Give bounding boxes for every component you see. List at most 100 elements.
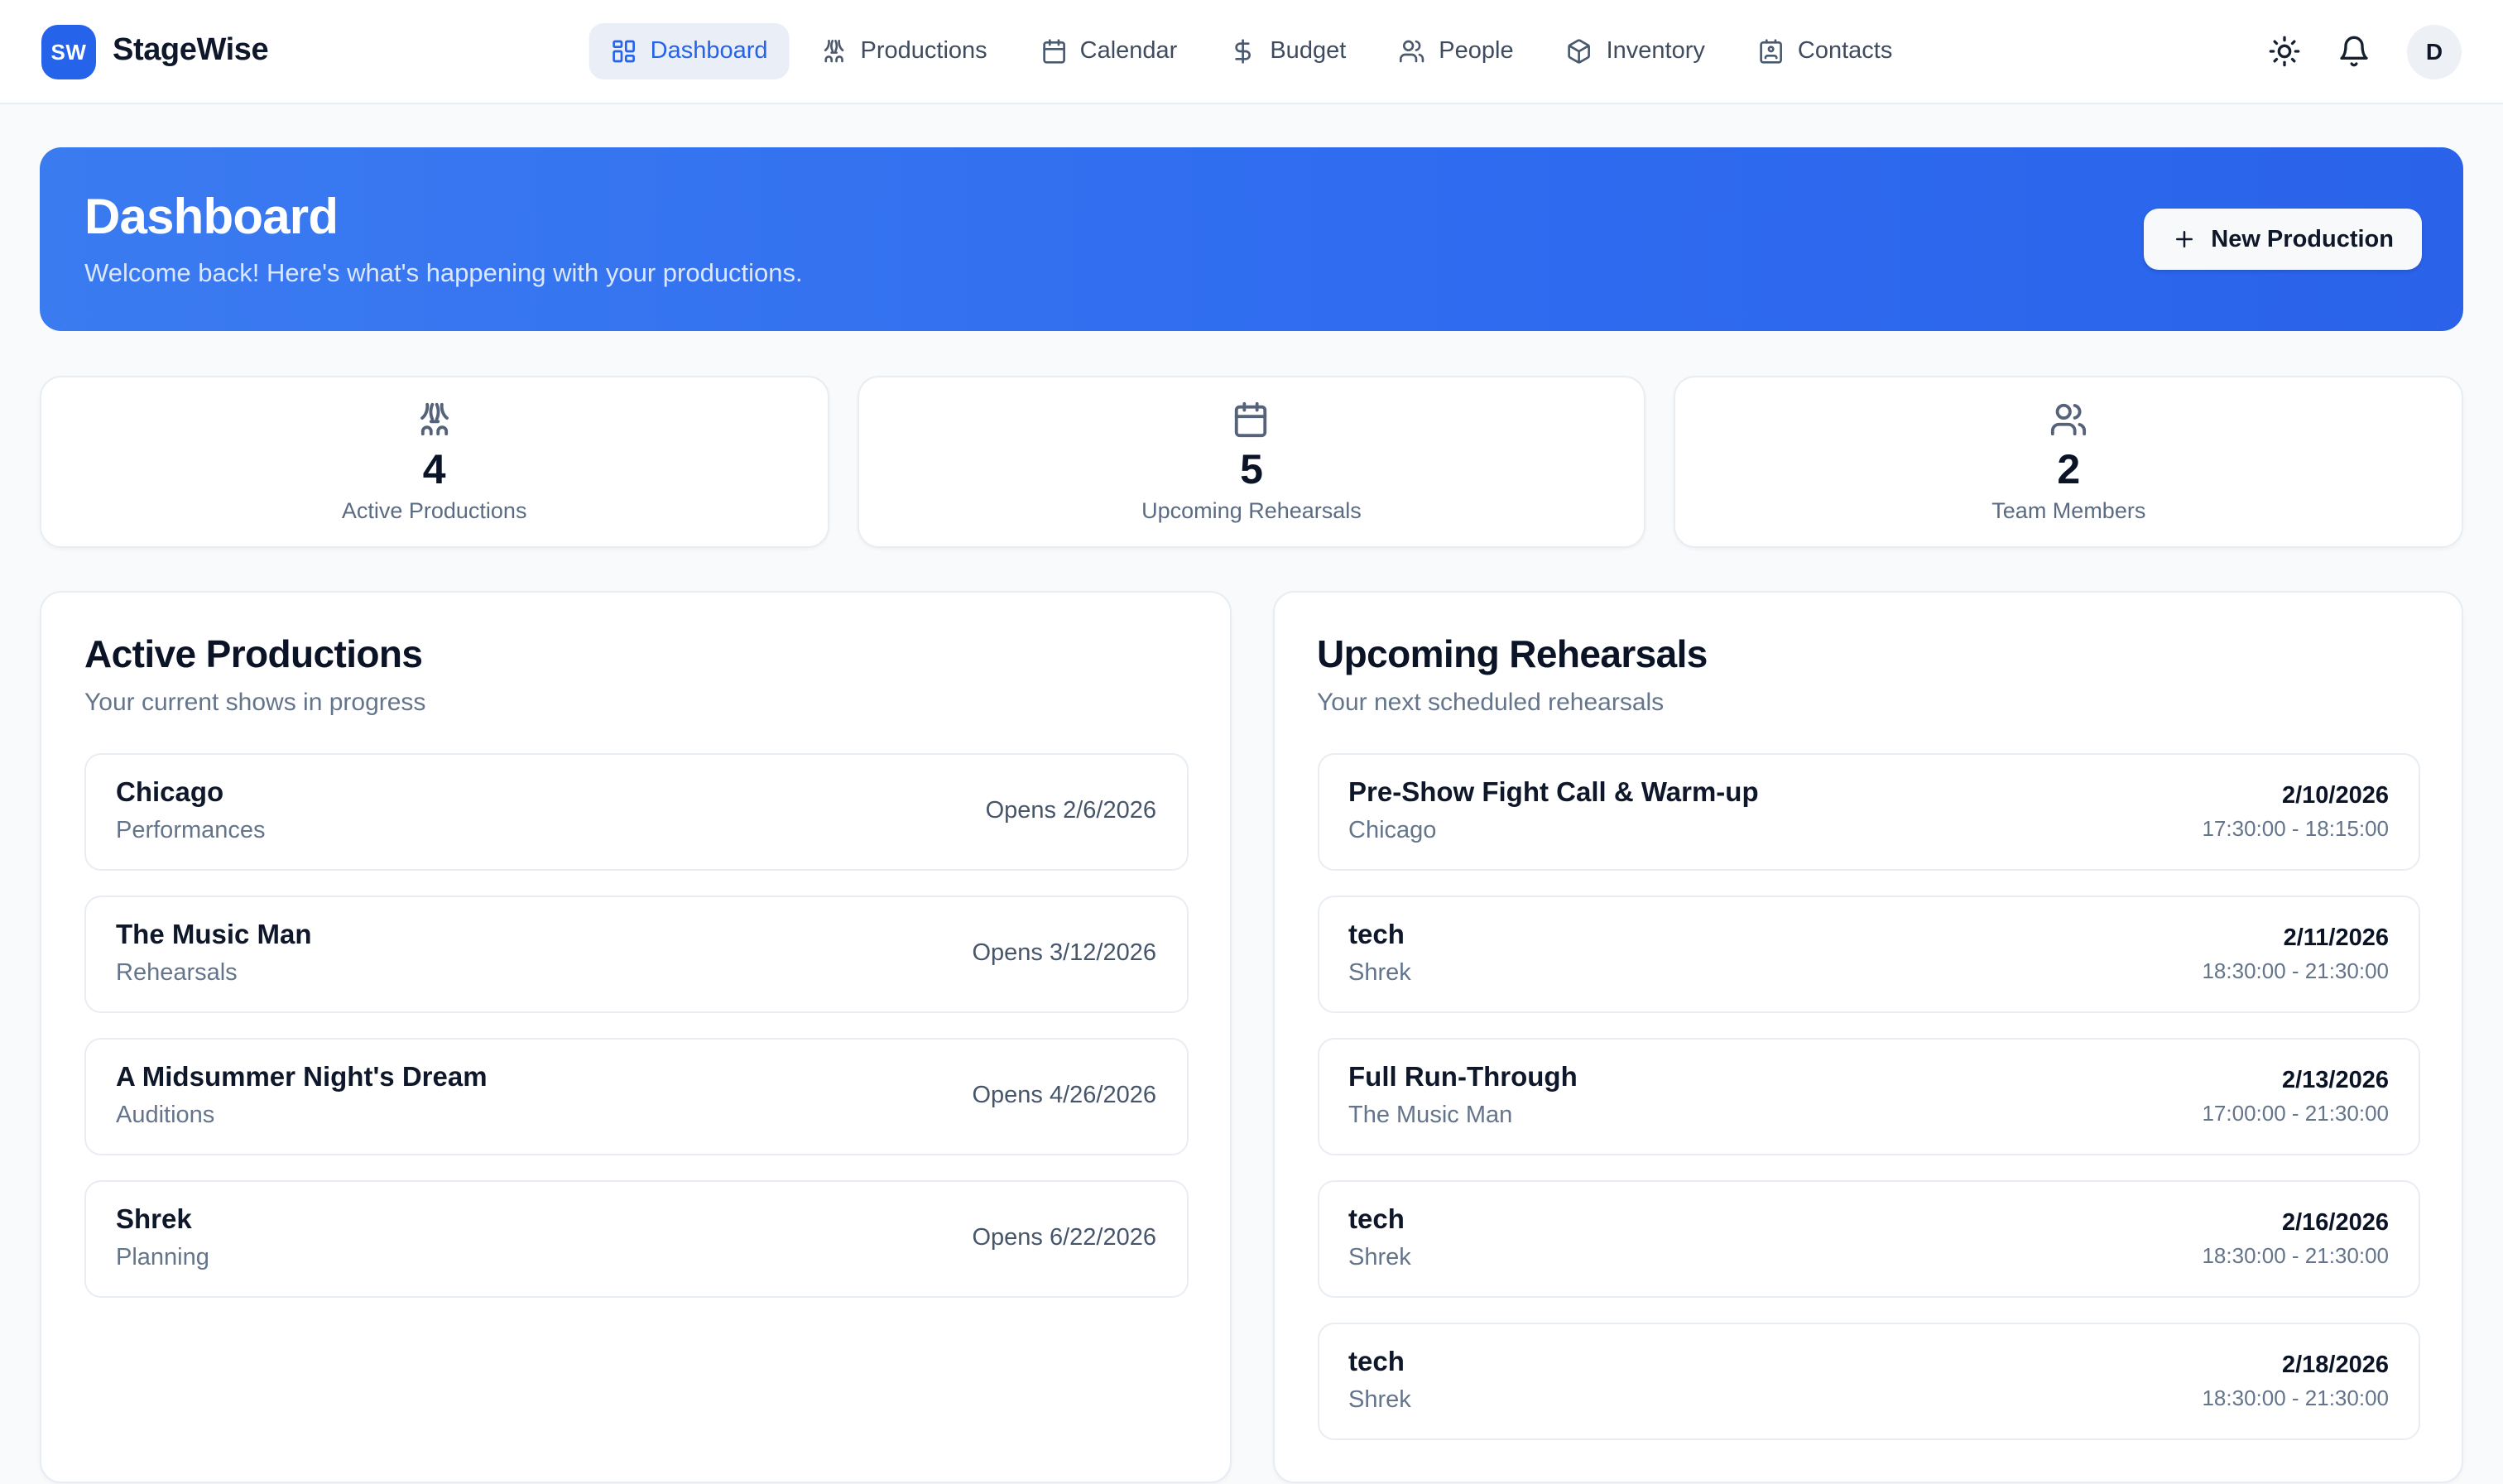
- sun-icon: [2268, 34, 2301, 67]
- production-opens: Opens 4/26/2026: [972, 1083, 1156, 1109]
- contact-icon: [1758, 38, 1785, 65]
- app-logo: SW: [41, 24, 96, 79]
- notifications-button[interactable]: [2337, 34, 2372, 69]
- rehearsal-name: tech: [1348, 1347, 1411, 1379]
- stat-card-team-members: 2 Team Members: [1674, 376, 2463, 548]
- production-name: A Midsummer Night's Dream: [116, 1063, 488, 1094]
- panel-subtitle: Your current shows in progress: [84, 689, 1188, 717]
- production-name: The Music Man: [116, 920, 312, 952]
- header-actions: D: [2268, 24, 2462, 79]
- rehearsal-production: Chicago: [1348, 818, 1759, 844]
- rehearsal-production: The Music Man: [1348, 1102, 1578, 1129]
- users-icon: [1399, 38, 1425, 65]
- production-row[interactable]: Chicago Performances Opens 2/6/2026: [84, 753, 1188, 871]
- production-opens: Opens 2/6/2026: [986, 798, 1156, 824]
- rehearsal-name: tech: [1348, 920, 1411, 952]
- panels-row: Active Productions Your current shows in…: [40, 591, 2463, 1483]
- stat-label: Active Productions: [342, 499, 527, 524]
- production-row[interactable]: A Midsummer Night's Dream Auditions Open…: [84, 1038, 1188, 1155]
- theater-icon: [821, 38, 848, 65]
- stat-label: Upcoming Rehearsals: [1141, 499, 1362, 524]
- production-name: Shrek: [116, 1205, 209, 1237]
- nav-item-calendar[interactable]: Calendar: [1019, 23, 1199, 79]
- rehearsal-production: Shrek: [1348, 960, 1411, 987]
- stat-value: 4: [423, 446, 446, 494]
- hero-text: Dashboard Welcome back! Here's what's ha…: [84, 190, 803, 289]
- production-row[interactable]: Shrek Planning Opens 6/22/2026: [84, 1180, 1188, 1298]
- rehearsal-time: 17:00:00 - 21:30:00: [2202, 1100, 2389, 1125]
- app-header: SW StageWise Dashboard Productions Calen…: [0, 0, 2503, 104]
- theme-toggle-button[interactable]: [2268, 34, 2303, 69]
- rehearsal-date: 2/16/2026: [2202, 1209, 2389, 1236]
- rehearsal-time: 18:30:00 - 21:30:00: [2202, 1242, 2389, 1267]
- rehearsal-row[interactable]: Full Run-Through The Music Man 2/13/2026…: [1317, 1038, 2420, 1155]
- rehearsal-row[interactable]: tech Shrek 2/16/2026 18:30:00 - 21:30:00: [1317, 1180, 2420, 1298]
- users-icon: [2049, 400, 2087, 438]
- rehearsal-row[interactable]: tech Shrek 2/18/2026 18:30:00 - 21:30:00: [1317, 1323, 2420, 1440]
- rehearsal-row[interactable]: Pre-Show Fight Call & Warm-up Chicago 2/…: [1317, 753, 2420, 871]
- production-opens: Opens 3/12/2026: [972, 940, 1156, 967]
- rehearsal-time: 18:30:00 - 21:30:00: [2202, 958, 2389, 982]
- page-title: Dashboard: [84, 190, 803, 244]
- rehearsal-row[interactable]: tech Shrek 2/11/2026 18:30:00 - 21:30:00: [1317, 896, 2420, 1013]
- stat-value: 2: [2057, 446, 2080, 494]
- nav-label: People: [1439, 38, 1513, 65]
- rehearsal-production: Shrek: [1348, 1245, 1411, 1271]
- nav-label: Budget: [1270, 38, 1346, 65]
- rehearsal-date: 2/10/2026: [2202, 782, 2389, 809]
- nav-label: Inventory: [1607, 38, 1705, 65]
- calendar-icon: [1232, 400, 1271, 438]
- production-row[interactable]: The Music Man Rehearsals Opens 3/12/2026: [84, 896, 1188, 1013]
- brand-name: StageWise: [113, 33, 268, 70]
- package-icon: [1567, 38, 1593, 65]
- rehearsal-list: Pre-Show Fight Call & Warm-up Chicago 2/…: [1317, 753, 2420, 1440]
- nav-label: Calendar: [1080, 38, 1178, 65]
- production-name: Chicago: [116, 778, 266, 809]
- rehearsal-date: 2/18/2026: [2202, 1352, 2389, 1378]
- rehearsal-time: 17:30:00 - 18:15:00: [2202, 815, 2389, 840]
- rehearsal-time: 18:30:00 - 21:30:00: [2202, 1385, 2389, 1410]
- stats-row: 4 Active Productions 5 Upcoming Rehearsa…: [40, 376, 2463, 548]
- nav-item-inventory[interactable]: Inventory: [1545, 23, 1727, 79]
- nav-item-contacts[interactable]: Contacts: [1737, 23, 1914, 79]
- hero-banner: Dashboard Welcome back! Here's what's ha…: [40, 147, 2463, 331]
- dashboard-icon: [611, 38, 637, 65]
- production-opens: Opens 6/22/2026: [972, 1225, 1156, 1251]
- stat-label: Team Members: [1991, 499, 2145, 524]
- app: SW StageWise Dashboard Productions Calen…: [0, 0, 2503, 1484]
- rehearsal-date: 2/13/2026: [2202, 1067, 2389, 1093]
- nav-item-productions[interactable]: Productions: [800, 23, 1009, 79]
- new-production-label: New Production: [2211, 226, 2394, 252]
- rehearsal-name: Full Run-Through: [1348, 1063, 1578, 1094]
- production-stage: Auditions: [116, 1102, 488, 1129]
- main-nav: Dashboard Productions Calendar Budget Pe…: [589, 23, 1914, 79]
- stat-card-active-productions: 4 Active Productions: [40, 376, 829, 548]
- nav-label: Productions: [861, 38, 987, 65]
- stat-value: 5: [1240, 446, 1263, 494]
- stat-card-upcoming-rehearsals: 5 Upcoming Rehearsals: [857, 376, 1645, 548]
- theater-icon: [416, 400, 454, 438]
- nav-item-budget[interactable]: Budget: [1208, 23, 1367, 79]
- rehearsal-name: Pre-Show Fight Call & Warm-up: [1348, 778, 1759, 809]
- panel-title: Upcoming Rehearsals: [1317, 632, 2420, 677]
- avatar[interactable]: D: [2407, 24, 2462, 79]
- production-stage: Rehearsals: [116, 960, 312, 987]
- calendar-icon: [1040, 38, 1067, 65]
- main-content: Dashboard Welcome back! Here's what's ha…: [0, 147, 2503, 1483]
- rehearsal-name: tech: [1348, 1205, 1411, 1237]
- brand[interactable]: SW StageWise: [41, 24, 268, 79]
- upcoming-rehearsals-panel: Upcoming Rehearsals Your next scheduled …: [1272, 591, 2463, 1483]
- production-stage: Planning: [116, 1245, 209, 1271]
- new-production-button[interactable]: New Production: [2143, 209, 2422, 270]
- rehearsal-production: Shrek: [1348, 1387, 1411, 1414]
- nav-label: Contacts: [1798, 38, 1892, 65]
- nav-item-dashboard[interactable]: Dashboard: [589, 23, 790, 79]
- production-stage: Performances: [116, 818, 266, 844]
- rehearsal-date: 2/11/2026: [2202, 924, 2389, 951]
- active-productions-panel: Active Productions Your current shows in…: [40, 591, 1231, 1483]
- panel-subtitle: Your next scheduled rehearsals: [1317, 689, 2420, 717]
- dollar-icon: [1230, 38, 1256, 65]
- nav-label: Dashboard: [651, 38, 768, 65]
- hero-subtitle: Welcome back! Here's what's happening wi…: [84, 259, 803, 289]
- nav-item-people[interactable]: People: [1377, 23, 1535, 79]
